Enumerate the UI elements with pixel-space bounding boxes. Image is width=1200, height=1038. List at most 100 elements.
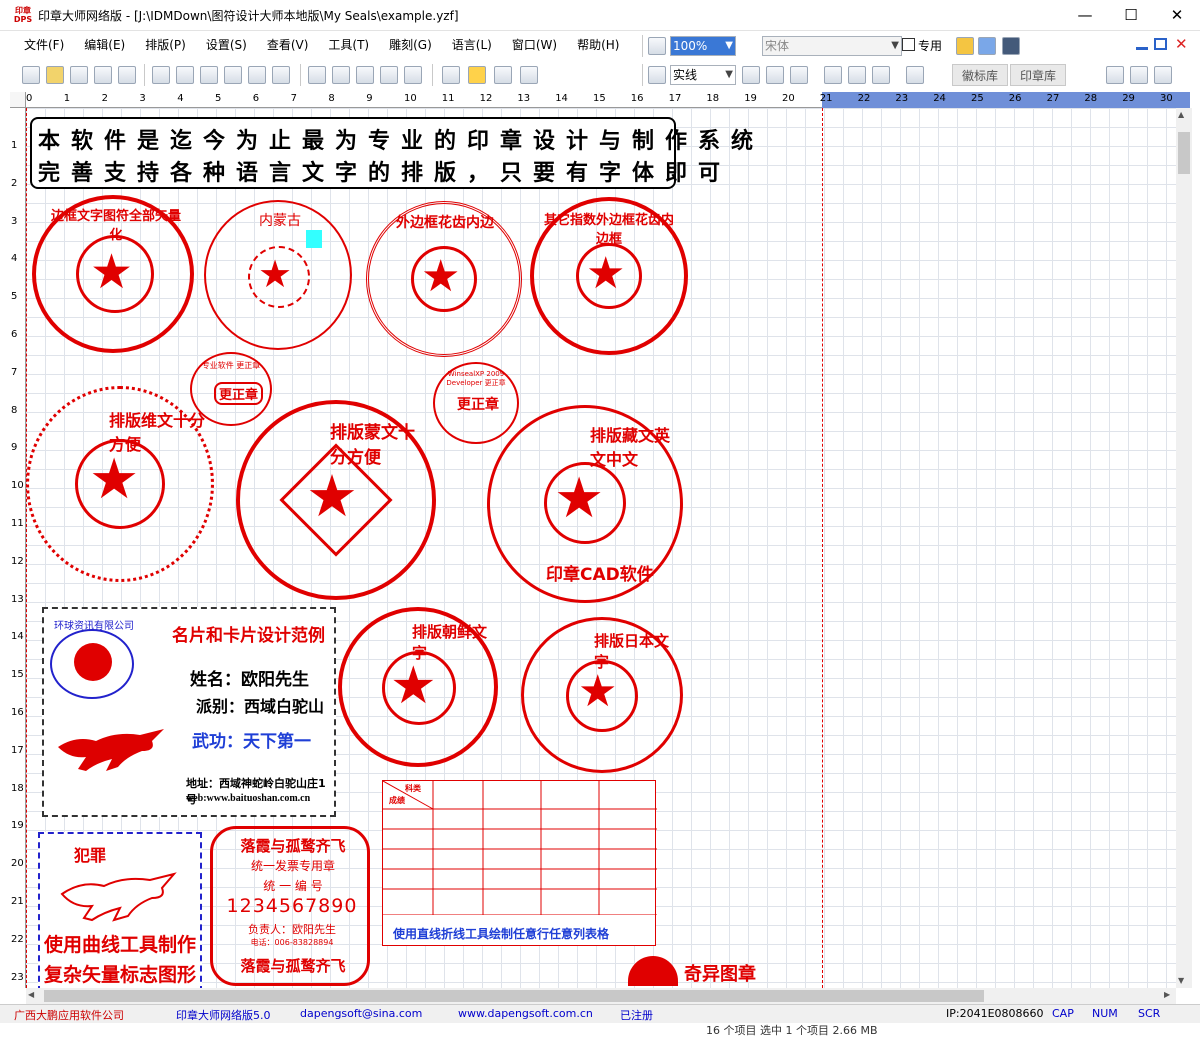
postage-stamp[interactable]: 犯罪 使用曲线工具制作 复杂矢量标志图形 bbox=[38, 832, 202, 992]
ruler-tick-label: 26 bbox=[1008, 93, 1022, 104]
ruler-tick-label: 27 bbox=[1046, 93, 1060, 104]
font-combo[interactable]: 宋体 ▼ bbox=[762, 36, 902, 56]
redo-icon[interactable] bbox=[176, 66, 194, 84]
scroll-thumb[interactable] bbox=[44, 990, 984, 1002]
chevron-down-icon: ▼ bbox=[891, 40, 899, 51]
tag-icon[interactable] bbox=[824, 66, 842, 84]
align-icon[interactable] bbox=[308, 66, 326, 84]
ruler-tick-label: 9 bbox=[366, 93, 373, 104]
menu-engrave[interactable]: 雕刻(G) bbox=[379, 33, 442, 57]
copy-icon[interactable] bbox=[224, 66, 242, 84]
ruler-tick-label: 21 bbox=[11, 896, 24, 907]
grid-table[interactable]: 科类 成绩 使用直线折线工具绘制任意行任意列表格 bbox=[382, 780, 657, 946]
menu-edit[interactable]: 编辑(E) bbox=[74, 33, 135, 57]
vertical-scrollbar[interactable]: ▲ ▼ bbox=[1176, 108, 1192, 988]
animal-icon[interactable] bbox=[442, 66, 460, 84]
tab-seal-library[interactable]: 印章库 bbox=[1010, 64, 1066, 86]
mdi-minimize-icon[interactable] bbox=[1136, 47, 1148, 50]
seal-uyghur[interactable]: ★ 排版维文十分方便 bbox=[26, 386, 214, 582]
banner-text-box[interactable]: 本软件是迄今为止最为专业的印章设计与制作系统 完善支持各种语言文字的排版，只要有… bbox=[30, 117, 753, 189]
scroll-down-icon[interactable]: ▼ bbox=[1178, 976, 1184, 985]
ruler-tick-label: 7 bbox=[11, 366, 18, 378]
home-icon[interactable] bbox=[956, 37, 974, 55]
save-icon[interactable] bbox=[70, 66, 88, 84]
new-icon[interactable] bbox=[22, 66, 40, 84]
cut-icon[interactable] bbox=[200, 66, 218, 84]
open-folder-icon[interactable] bbox=[46, 66, 64, 84]
scroll-thumb[interactable] bbox=[1178, 132, 1190, 174]
camera-icon[interactable] bbox=[494, 66, 512, 84]
seal-other[interactable]: ★ 其它指数外边框花齿内边框 bbox=[530, 197, 688, 355]
pencil-icon[interactable] bbox=[1130, 66, 1148, 84]
ruler-tick-label: 2 bbox=[101, 93, 108, 104]
pen-icon[interactable] bbox=[648, 66, 666, 84]
tab-logo-library[interactable]: 徽标库 bbox=[952, 64, 1008, 86]
scroll-left-icon[interactable]: ◀ bbox=[28, 990, 34, 999]
delete-icon[interactable] bbox=[272, 66, 290, 84]
seal-arc-text: 排版日本文字 bbox=[594, 632, 670, 671]
figure-icon[interactable] bbox=[468, 66, 486, 84]
ruler-tick-label: 18 bbox=[11, 782, 24, 794]
word-icon[interactable] bbox=[742, 66, 760, 84]
dedicated-checkbox[interactable] bbox=[902, 38, 915, 51]
hand-icon[interactable] bbox=[1106, 66, 1124, 84]
banner-line-1: 本软件是迄今为止最为专业的印章设计与制作系统 bbox=[38, 128, 765, 154]
seal-arc-text: 边框文字图符全部矢量化 bbox=[50, 209, 181, 243]
print-preview-icon[interactable] bbox=[94, 66, 112, 84]
maximize-button[interactable]: ☐ bbox=[1108, 0, 1154, 31]
insert-object-icon[interactable] bbox=[790, 66, 808, 84]
business-card[interactable]: 环球资讯有限公司 名片和卡片设计范例 姓名：欧阳先生 派别：西域白驼山 武功：天… bbox=[42, 607, 336, 817]
print-icon[interactable] bbox=[118, 66, 136, 84]
seal-korean[interactable]: ★ 排版朝鲜文字 bbox=[338, 607, 498, 767]
card-web: web:www.baituoshan.com.cn bbox=[186, 793, 311, 804]
tag-edit-icon[interactable] bbox=[848, 66, 866, 84]
scroll-up-icon[interactable]: ▲ bbox=[1178, 110, 1184, 119]
close-button[interactable]: ✕ bbox=[1154, 0, 1200, 31]
status-email[interactable]: dapengsoft@sina.com bbox=[300, 1007, 422, 1020]
menu-layout[interactable]: 排版(P) bbox=[135, 33, 196, 57]
chart-icon[interactable] bbox=[404, 66, 422, 84]
undo-icon[interactable] bbox=[152, 66, 170, 84]
zoom-icon[interactable] bbox=[648, 37, 666, 55]
seal-tibetan[interactable]: ★ 排版藏文英文中文 印章CAD软件 bbox=[487, 405, 683, 603]
seal-inner-mongolia[interactable]: ★ 内蒙古 bbox=[204, 200, 352, 350]
minimize-button[interactable]: — bbox=[1062, 0, 1108, 31]
seal-mongolian[interactable]: ★ 排版蒙文十分方便 bbox=[236, 400, 436, 600]
ruler-tick-label: 12 bbox=[479, 93, 493, 104]
menu-file[interactable]: 文件(F) bbox=[14, 33, 74, 57]
paste-icon[interactable] bbox=[248, 66, 266, 84]
fit-icon[interactable] bbox=[1154, 66, 1172, 84]
seal-japanese[interactable]: ★ 排版日本文字 bbox=[521, 617, 683, 773]
seal-outer-border[interactable]: ★ 外边框花齿内边 bbox=[366, 201, 522, 357]
target-icon[interactable] bbox=[520, 66, 538, 84]
seal-border-text[interactable]: ★ 边框文字图符全部矢量化 bbox=[32, 195, 194, 353]
seal-correction-b[interactable]: WinsealXP 2009 Developer 更正章 更正章 bbox=[433, 362, 519, 444]
align-left-icon[interactable] bbox=[332, 66, 350, 84]
card-company: 环球资讯有限公司 bbox=[54, 621, 134, 632]
tag-delete-icon[interactable] bbox=[872, 66, 890, 84]
mdi-close-icon[interactable]: ✕ bbox=[1175, 35, 1188, 53]
menu-help[interactable]: 帮助(H) bbox=[567, 33, 629, 57]
invoice-seal[interactable]: 落霞与孤鹜齐飞 统一发票专用章 统 一 编 号 1234567890 负责人：欧… bbox=[210, 826, 370, 986]
menu-tools[interactable]: 工具(T) bbox=[318, 33, 379, 57]
distribute-icon[interactable] bbox=[380, 66, 398, 84]
status-company: 广西大鹏应用软件公司 bbox=[14, 1009, 124, 1022]
ruler-tick-label: 23 bbox=[11, 971, 24, 983]
line-style-combo[interactable]: 实线 ▼ bbox=[670, 65, 736, 85]
scroll-right-icon[interactable]: ▶ bbox=[1164, 990, 1170, 999]
mdi-restore-icon[interactable] bbox=[1154, 38, 1167, 50]
horizontal-scrollbar[interactable]: ◀ ▶ bbox=[26, 988, 1176, 1004]
group-icon[interactable] bbox=[906, 66, 924, 84]
insert-image-icon[interactable] bbox=[766, 66, 784, 84]
menu-language[interactable]: 语言(L) bbox=[442, 33, 502, 57]
menu-window[interactable]: 窗口(W) bbox=[502, 33, 567, 57]
zoom-combo[interactable]: 100% ▼ bbox=[670, 36, 736, 56]
menu-view[interactable]: 查看(V) bbox=[257, 33, 319, 57]
menu-bar: 文件(F) 编辑(E) 排版(P) 设置(S) 查看(V) 工具(T) 雕刻(G) 语言(L)… bbox=[14, 33, 629, 57]
status-web[interactable]: www.dapengsoft.com.cn bbox=[458, 1007, 593, 1020]
align-right-icon[interactable] bbox=[356, 66, 374, 84]
menu-settings[interactable]: 设置(S) bbox=[196, 33, 257, 57]
monitor-icon[interactable] bbox=[1002, 37, 1020, 55]
book-icon[interactable] bbox=[978, 37, 996, 55]
ruler-tick-label: 3 bbox=[11, 215, 18, 227]
